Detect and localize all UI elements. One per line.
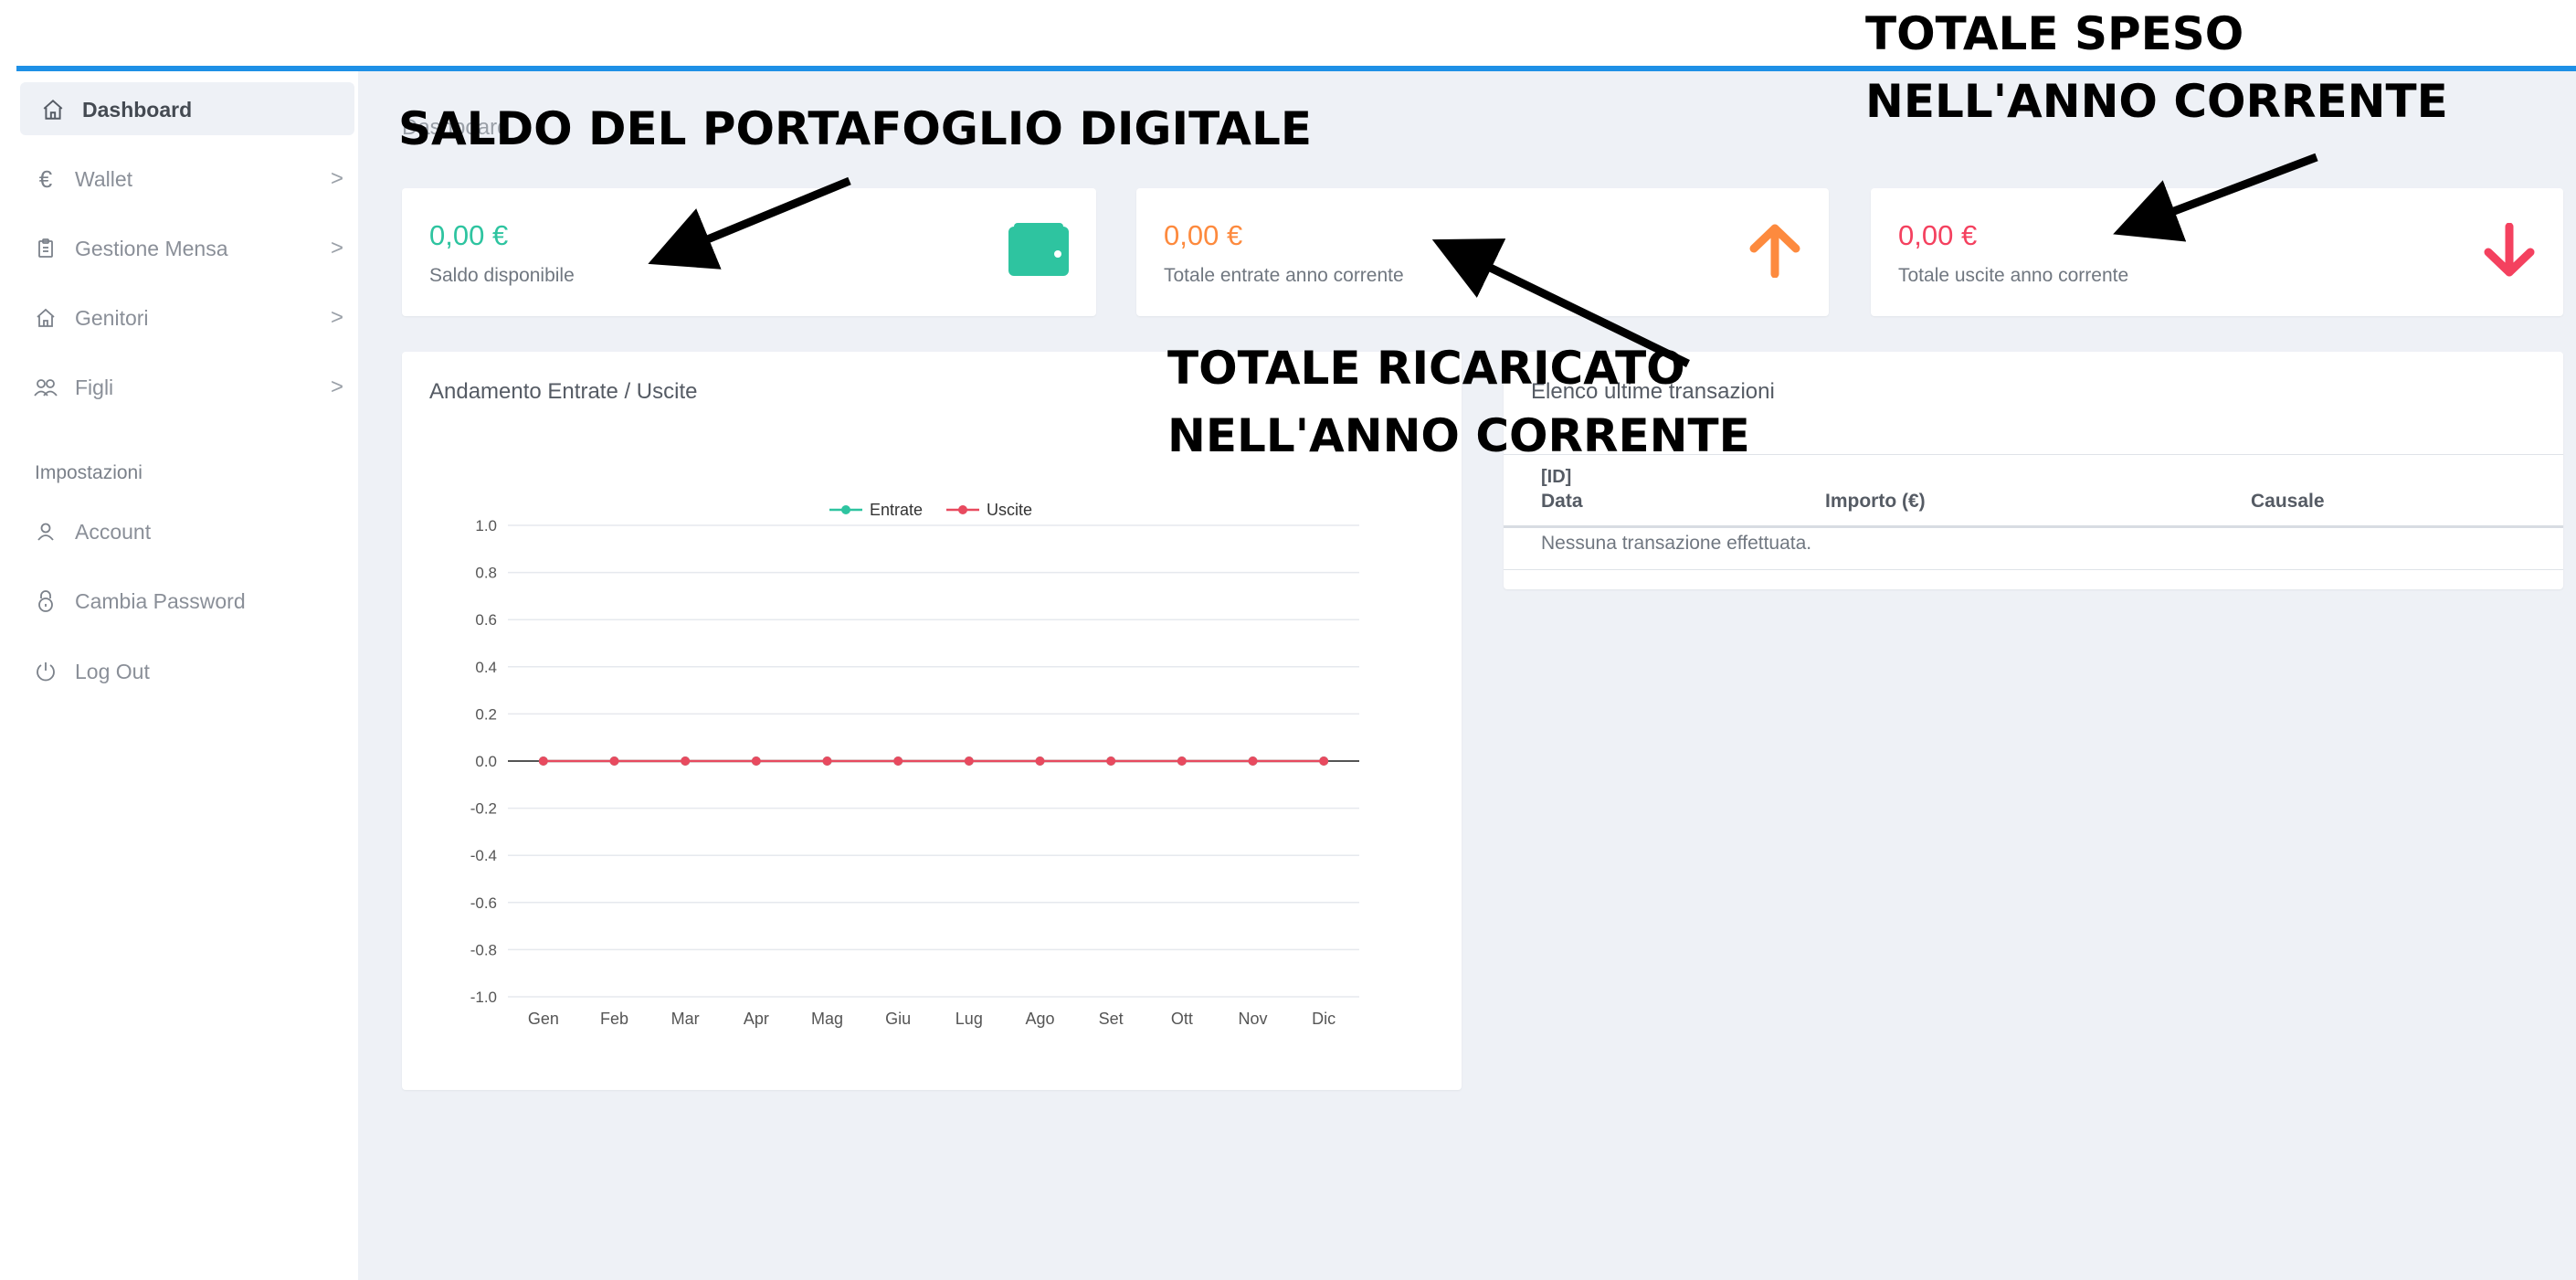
sidebar-item-figli[interactable]: Figli > [33, 369, 343, 406]
x-tick-label: Set [1099, 1010, 1124, 1028]
users-icon [33, 375, 58, 400]
sidebar-item-genitori[interactable]: Genitori > [33, 300, 343, 336]
stat-label: Totale entrate anno corrente [1164, 265, 1404, 286]
x-tick-label: Lug [955, 1010, 983, 1028]
x-tick-label: Dic [1312, 1010, 1336, 1028]
user-icon [33, 519, 58, 545]
x-tick-label: Ago [1025, 1010, 1054, 1028]
annotation-total-topped-line1: TOTALE RICARICATO [1167, 342, 1685, 395]
data-point [681, 756, 691, 766]
sidebar-item-label: Wallet [75, 166, 133, 191]
sidebar-item-label: Dashboard [82, 97, 193, 122]
sidebar-item-label: Cambia Password [75, 588, 246, 613]
x-tick-label: Giu [885, 1010, 911, 1028]
y-tick-label: 0.0 [475, 753, 497, 770]
stat-card-expense: 0,00 € Totale uscite anno corrente [1871, 188, 2563, 316]
x-tick-label: Feb [600, 1010, 628, 1028]
arrow-down-icon [2483, 222, 2536, 282]
sidebar-item-label: Figli [75, 375, 114, 399]
x-tick-label: Gen [528, 1010, 559, 1028]
y-tick-label: -0.2 [470, 800, 497, 818]
data-point [1106, 756, 1116, 766]
x-tick-label: Mar [671, 1010, 700, 1028]
y-tick-label: -0.6 [470, 894, 497, 912]
annotation-total-topped-line2: NELL'ANNO CORRENTE [1167, 409, 1750, 462]
y-tick-label: -0.4 [470, 847, 497, 864]
sidebar-item-wallet[interactable]: € Wallet > [33, 161, 343, 197]
sidebar-item-label: Gestione Mensa [75, 236, 228, 260]
x-tick-label: Mag [811, 1010, 843, 1028]
empty-message: Nessuna transazione effettuata. [1541, 533, 1812, 554]
home-icon [40, 97, 66, 122]
stat-value: 0,00 € [429, 219, 509, 251]
x-tick-label: Apr [744, 1010, 769, 1028]
sidebar-item-logout[interactable]: Log Out [33, 653, 343, 690]
y-tick-label: 0.2 [475, 705, 497, 723]
chevron-right-icon: > [330, 305, 343, 330]
lock-icon [33, 588, 58, 614]
column-data[interactable]: Data [1541, 491, 1583, 513]
stat-label: Totale uscite anno corrente [1898, 265, 2129, 286]
annotation-wallet-balance: SALDO DEL PORTAFOGLIO DIGITALE [398, 102, 1312, 155]
data-point [538, 756, 548, 766]
y-tick-label: 0.4 [475, 659, 497, 676]
y-tick-label: 1.0 [475, 517, 497, 534]
power-icon [33, 659, 58, 684]
legend-marker [841, 505, 850, 514]
chevron-right-icon: > [330, 236, 343, 260]
data-point [1248, 756, 1258, 766]
divider [1504, 525, 2563, 528]
data-point [609, 756, 619, 766]
legend-marker [958, 505, 967, 514]
data-point [964, 756, 974, 766]
y-tick-label: -0.8 [470, 941, 497, 958]
data-point [1319, 756, 1329, 766]
home-icon [33, 305, 58, 331]
sidebar-item-label: Account [75, 519, 152, 544]
x-tick-label: Nov [1238, 1010, 1267, 1028]
chevron-right-icon: > [330, 375, 343, 399]
sidebar-item-label: Genitori [75, 305, 149, 330]
chevron-right-icon: > [330, 166, 343, 191]
euro-icon: € [38, 164, 53, 193]
sidebar: Dashboard € Wallet > Gestione Mensa > Ge… [16, 71, 358, 1280]
y-tick-label: -1.0 [470, 989, 497, 1006]
column-id: [ID] [1541, 467, 1572, 487]
sidebar-item-dashboard[interactable]: Dashboard [40, 91, 351, 128]
data-point [751, 756, 761, 766]
legend-label: Uscite [987, 501, 1032, 519]
sidebar-item-account[interactable]: Account [33, 513, 343, 550]
y-tick-label: 0.6 [475, 611, 497, 629]
divider [1504, 569, 2563, 570]
stat-card-balance: 0,00 € Saldo disponibile [402, 188, 1096, 316]
stat-value: 0,00 € [1898, 219, 1978, 251]
stat-card-income: 0,00 € Totale entrate anno corrente [1136, 188, 1829, 316]
x-tick-label: Ott [1171, 1010, 1193, 1028]
stat-value: 0,00 € [1164, 219, 1243, 251]
data-point [1177, 756, 1187, 766]
sidebar-item-label: Log Out [75, 659, 150, 683]
data-point [822, 756, 832, 766]
clipboard-icon [33, 236, 58, 261]
arrow-up-icon [1748, 223, 1801, 282]
wallet-icon [1008, 223, 1069, 280]
y-tick-label: 0.8 [475, 565, 497, 582]
data-point [893, 756, 903, 766]
column-causale[interactable]: Causale [2251, 491, 2325, 513]
settings-section-label: Impostazioni [35, 462, 143, 483]
annotation-total-spent-line1: TOTALE SPESO [1865, 7, 2244, 60]
legend-label: Entrate [870, 501, 923, 519]
column-importo[interactable]: Importo (€) [1825, 491, 1926, 513]
annotation-total-spent-line2: NELL'ANNO CORRENTE [1865, 75, 2448, 128]
sidebar-item-cambia-password[interactable]: Cambia Password [33, 583, 343, 619]
stat-label: Saldo disponibile [429, 265, 575, 286]
data-point [1035, 756, 1045, 766]
sidebar-item-gestione-mensa[interactable]: Gestione Mensa > [33, 230, 343, 267]
